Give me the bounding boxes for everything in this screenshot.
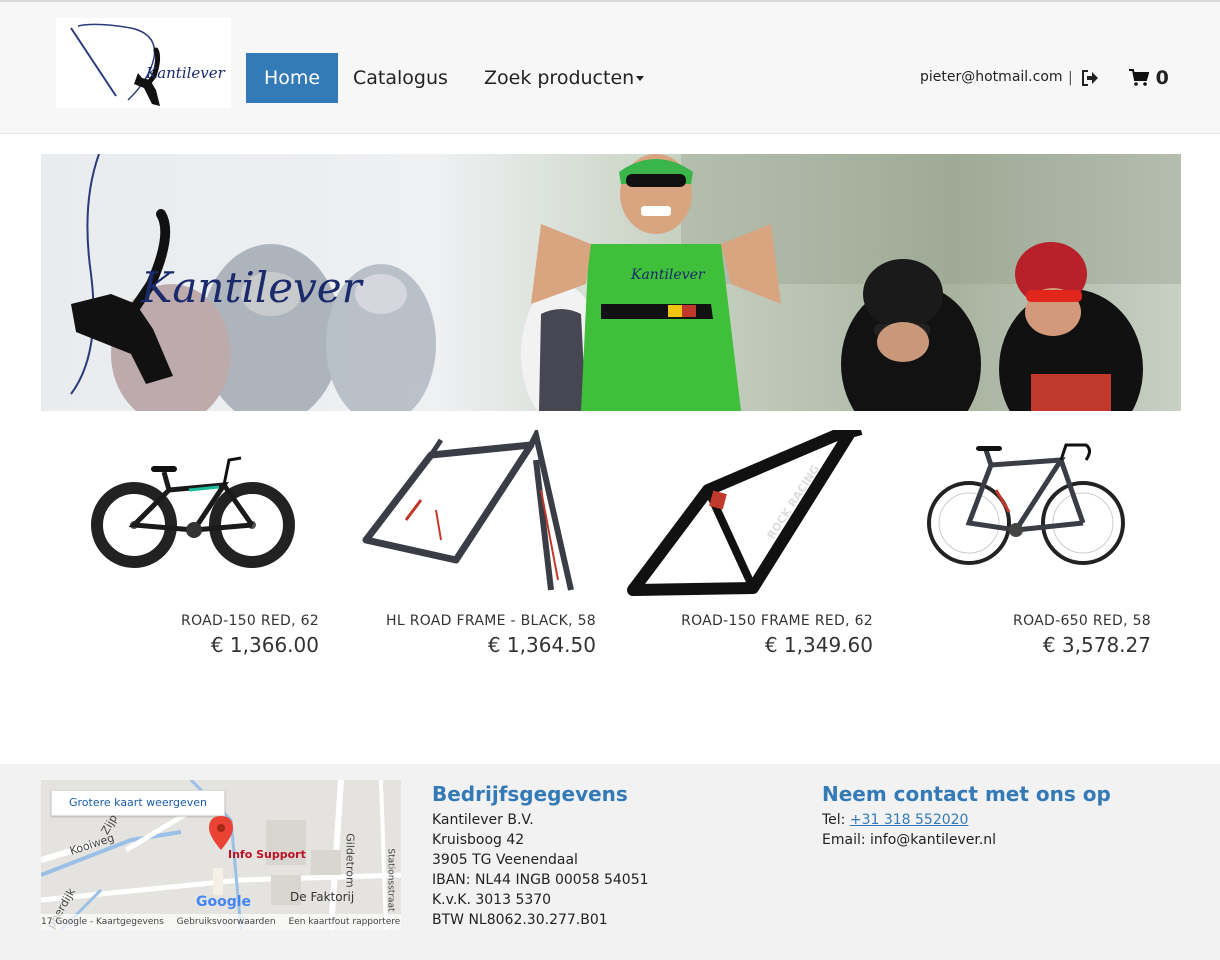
- map-attr-data: 17 Google - Kaartgegevens: [41, 917, 164, 927]
- product-image-rock-racing-frame[interactable]: ROCK RACING: [623, 422, 873, 600]
- site-header: Kantilever Home Catalogus Zoek producten…: [0, 2, 1220, 134]
- product-image-road-bike[interactable]: [901, 430, 1151, 600]
- product-image-fat-bike[interactable]: [69, 430, 319, 600]
- site-footer: Grotere kaart weergeven Info Support Koo…: [0, 764, 1220, 960]
- map-attr-terms[interactable]: Gebruiksvoorwaarden: [177, 917, 276, 927]
- company-line: K.v.K. 3013 5370: [432, 892, 552, 908]
- product-price: € 1,364.50: [487, 633, 596, 657]
- product-name[interactable]: HL ROAD FRAME - BLACK, 58: [386, 613, 596, 629]
- location-map[interactable]: Grotere kaart weergeven Info Support Koo…: [41, 780, 401, 930]
- cart-button[interactable]: 0: [1129, 67, 1169, 89]
- company-line: BTW NL8062.30.277.B01: [432, 912, 608, 928]
- map-street-gildetrom: Gildetrom: [343, 833, 357, 888]
- nav-home[interactable]: Home: [246, 53, 338, 103]
- product-image-road-frame-black[interactable]: [346, 426, 596, 600]
- nav-catalogus[interactable]: Catalogus: [339, 53, 462, 103]
- map-attr-report[interactable]: Een kaartfout rapporteren: [289, 917, 402, 927]
- phone-label: Tel:: [822, 812, 850, 828]
- user-email[interactable]: pieter@hotmail.com: [920, 69, 1063, 85]
- map-place-label[interactable]: Info Support: [228, 848, 306, 861]
- contact-phone: Tel: +31 318 552020: [822, 810, 1111, 830]
- product-price: € 1,349.60: [764, 633, 873, 657]
- company-details-title: Bedrijfsgegevens: [432, 782, 628, 806]
- map-street-stationsstraat: Stationsstraat: [385, 848, 396, 912]
- contact-details: Neem contact met ons op Tel: +31 318 552…: [822, 782, 1111, 850]
- cart-icon: [1129, 67, 1156, 89]
- cart-count: 0: [1155, 67, 1169, 89]
- caret-down-icon: [636, 76, 645, 81]
- svg-text:Kantilever: Kantilever: [145, 64, 226, 82]
- kantilever-logo[interactable]: Kantilever: [56, 18, 231, 108]
- product-name[interactable]: ROAD-150 RED, 62: [181, 613, 319, 629]
- svg-text:Kantilever: Kantilever: [140, 263, 365, 312]
- phone-link[interactable]: +31 318 552020: [850, 812, 969, 828]
- product-name[interactable]: ROAD-650 RED, 58: [1013, 613, 1151, 629]
- hero-banner: Kantilever Kantilever: [41, 154, 1181, 411]
- contact-email: Email: info@kantilever.nl: [822, 832, 997, 848]
- product-name[interactable]: ROAD-150 FRAME RED, 62: [681, 613, 873, 629]
- product-price: € 3,578.27: [1042, 633, 1151, 657]
- logout-icon[interactable]: [1081, 70, 1099, 86]
- contact-title: Neem contact met ons op: [822, 782, 1111, 806]
- product-price: € 1,366.00: [210, 633, 319, 657]
- map-poi-faktorij[interactable]: De Faktorij: [290, 890, 354, 904]
- svg-text:Kantilever: Kantilever: [630, 267, 706, 283]
- company-details: Bedrijfsgegevens Kantilever B.V. Kruisbo…: [432, 782, 649, 930]
- company-line: Kruisboog 42: [432, 832, 525, 848]
- separator: |: [1068, 70, 1073, 86]
- google-logo: Google: [196, 894, 252, 910]
- map-attribution: 17 Google - Kaartgegevens Gebruiksvoorwa…: [41, 914, 401, 930]
- larger-map-button[interactable]: Grotere kaart weergeven: [51, 790, 225, 816]
- nav-zoek-label: Zoek producten: [484, 67, 635, 89]
- company-line: Kantilever B.V.: [432, 812, 534, 828]
- nav-zoek-producten[interactable]: Zoek producten: [470, 53, 658, 103]
- company-line: 3905 TG Veenendaal: [432, 852, 578, 868]
- company-line: IBAN: NL44 INGB 00058 54051: [432, 872, 649, 888]
